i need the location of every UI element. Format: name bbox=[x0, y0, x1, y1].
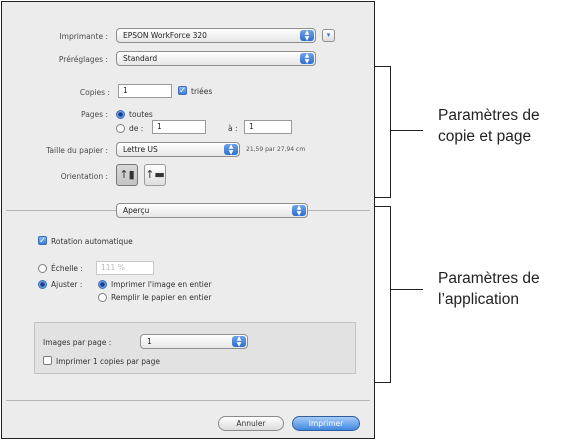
popup-arrows-icon: ▲ ▼ bbox=[224, 144, 238, 155]
paper-size-value: Lettre US bbox=[123, 145, 158, 154]
pages-from-field[interactable]: 1 bbox=[152, 120, 206, 134]
portrait-orientation-button[interactable]: ↑▮ bbox=[116, 164, 138, 186]
images-per-page-group: Images par page : 1 ▲ ▼ Imprimer 1 copies… bbox=[34, 322, 356, 374]
scale-field[interactable]: 111 % bbox=[96, 261, 154, 275]
pages-label: Pages : bbox=[81, 110, 108, 119]
landscape-orientation-icon: ↑▬ bbox=[145, 168, 165, 181]
popup-arrows-icon: ▲ ▼ bbox=[300, 53, 314, 64]
auto-rotate-checkbox[interactable]: ✓ bbox=[38, 236, 47, 245]
pages-to-label: à : bbox=[228, 124, 238, 133]
presets-value: Standard bbox=[123, 54, 158, 63]
presets-popup[interactable]: Standard ▲ ▼ bbox=[116, 51, 316, 66]
presets-label: Préréglages : bbox=[58, 55, 108, 64]
pages-range-radio[interactable] bbox=[116, 124, 125, 133]
cancel-button[interactable]: Annuler bbox=[218, 416, 284, 431]
copies-per-page-checkbox[interactable] bbox=[43, 356, 52, 365]
print-dialog: Imprimante : EPSON WorkForce 320 ▲ ▼ ▾ Pr… bbox=[1, 1, 375, 439]
pages-to-field[interactable]: 1 bbox=[244, 120, 292, 134]
images-per-page-label: Images par page : bbox=[43, 338, 112, 347]
printer-label: Imprimante : bbox=[59, 32, 108, 41]
fit-option2-radio[interactable] bbox=[98, 293, 107, 302]
portrait-orientation-icon: ↑▮ bbox=[119, 168, 135, 181]
paper-size-label: Taille du papier : bbox=[46, 146, 108, 155]
collated-label: triées bbox=[191, 87, 213, 96]
top-annotation-line1: Paramètres de bbox=[438, 107, 540, 124]
bottom-separator bbox=[6, 400, 370, 401]
bottom-bracket-leader bbox=[390, 289, 423, 290]
auto-rotate-label: Rotation automatique bbox=[51, 237, 133, 246]
pages-all-radio[interactable] bbox=[116, 110, 125, 119]
top-bracket-leader bbox=[390, 130, 423, 131]
fit-label: Ajuster : bbox=[51, 280, 83, 289]
paper-dimensions: 21,59 par 27,94 cm bbox=[246, 146, 306, 153]
popup-arrows-icon: ▲ ▼ bbox=[300, 30, 314, 41]
fit-option2-label: Remplir le papier en entier bbox=[111, 293, 212, 302]
bottom-annotation-line1: Paramètres de bbox=[438, 270, 540, 287]
scale-label: Échelle : bbox=[51, 264, 83, 273]
top-annotation-line2: copie et page bbox=[438, 128, 532, 145]
popup-arrows-icon: ▲ ▼ bbox=[232, 336, 246, 347]
collated-checkbox[interactable]: ✓ bbox=[178, 86, 187, 95]
landscape-orientation-button[interactable]: ↑▬ bbox=[144, 164, 166, 186]
scale-radio[interactable] bbox=[38, 264, 47, 273]
top-section-bracket bbox=[374, 66, 391, 198]
disclosure-button[interactable]: ▾ bbox=[322, 29, 335, 42]
pages-from-label: de : bbox=[129, 124, 144, 133]
section-menu-popup[interactable]: Aperçu ▲ ▼ bbox=[116, 203, 308, 218]
popup-arrows-icon: ▲ ▼ bbox=[292, 205, 306, 216]
printer-popup[interactable]: EPSON WorkForce 320 ▲ ▼ bbox=[116, 28, 316, 43]
bottom-section-bracket bbox=[374, 206, 391, 383]
fit-option1-label: Imprimer l'image en entier bbox=[111, 280, 212, 289]
copies-field[interactable]: 1 bbox=[118, 84, 172, 98]
copies-per-page-label: Imprimer 1 copies par page bbox=[56, 357, 161, 366]
orientation-label: Orientation : bbox=[60, 172, 108, 181]
pages-all-label: toutes bbox=[129, 110, 153, 119]
bottom-annotation-line2: l’application bbox=[438, 291, 519, 308]
images-per-page-popup[interactable]: 1 ▲ ▼ bbox=[140, 334, 248, 349]
copies-label: Copies : bbox=[79, 88, 110, 97]
images-per-page-value: 1 bbox=[147, 337, 152, 346]
fit-radio[interactable] bbox=[38, 280, 47, 289]
section-menu-value: Aperçu bbox=[123, 206, 150, 215]
fit-option1-radio[interactable] bbox=[98, 280, 107, 289]
printer-value: EPSON WorkForce 320 bbox=[123, 31, 207, 40]
print-button[interactable]: Imprimer bbox=[292, 416, 360, 431]
paper-size-popup[interactable]: Lettre US ▲ ▼ bbox=[116, 142, 240, 157]
bottom-annotation: Paramètres de l’application bbox=[438, 268, 540, 310]
top-annotation: Paramètres de copie et page bbox=[438, 105, 540, 147]
